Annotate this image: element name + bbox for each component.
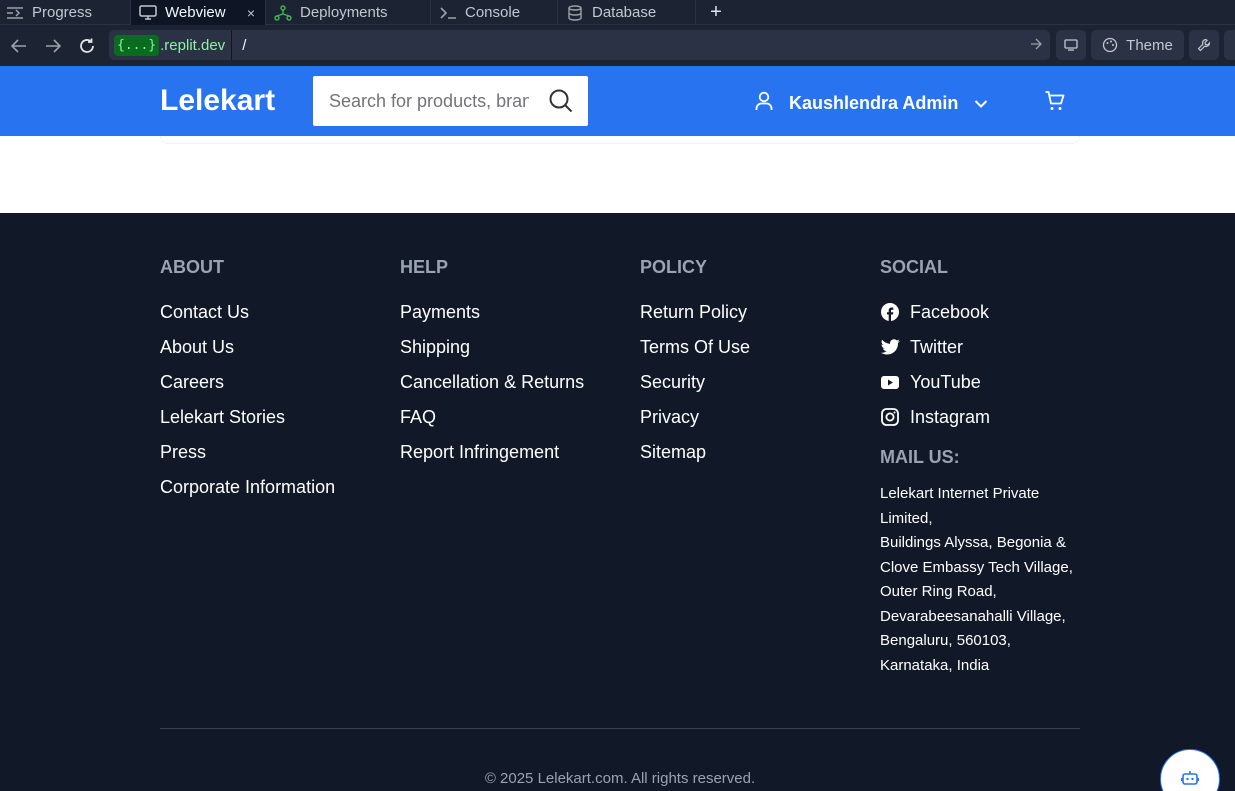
devices-button[interactable]	[1056, 30, 1086, 60]
more-button[interactable]	[1224, 30, 1235, 60]
devtools-button[interactable]	[1189, 30, 1219, 60]
content-card	[160, 136, 1080, 144]
wrench-icon	[1197, 38, 1211, 52]
footer-link-report-infringement[interactable]: Report Infringement	[400, 442, 630, 477]
ide-tab-bar: Progress Webview × Deployments Console D…	[0, 0, 1235, 25]
back-button[interactable]	[2, 31, 36, 61]
webview-address-bar: {...} .replit.dev / Theme	[0, 25, 1235, 66]
theme-button[interactable]: Theme	[1091, 30, 1184, 60]
tab-label: Progress	[32, 4, 93, 21]
screen-icon	[1064, 39, 1078, 51]
arrow-right-icon	[46, 38, 61, 53]
copyright-text: © 2025 Lelekart.com. All rights reserved…	[484, 770, 756, 787]
user-icon	[753, 90, 775, 117]
reload-icon	[80, 38, 94, 53]
main-content	[0, 136, 1235, 213]
tab-label: Database	[592, 4, 657, 21]
footer-heading: SOCIAL	[880, 257, 949, 277]
tab-webview[interactable]: Webview ×	[131, 0, 266, 25]
user-name: Kaushlendra Admin	[789, 93, 959, 113]
footer-link-shipping[interactable]: Shipping	[400, 337, 630, 372]
url-separator	[231, 30, 233, 60]
mail-address: Lelekart Internet Private Limited, Build…	[880, 482, 1080, 678]
site-footer: ABOUT Contact Us About Us Careers Leleka…	[0, 213, 1235, 791]
close-icon[interactable]: ×	[247, 5, 255, 21]
chevron-down-icon	[974, 93, 988, 114]
monitor-icon	[139, 5, 157, 21]
address-line: Karnataka, India	[880, 656, 990, 674]
footer-heading: POLICY	[640, 257, 708, 277]
footer-policy-column: POLICY Return Policy Terms Of Use Securi…	[640, 257, 870, 477]
footer-link-stories[interactable]: Lelekart Stories	[160, 407, 390, 442]
tab-label: Deployments	[300, 4, 388, 21]
site-logo[interactable]: Lelekart	[160, 84, 275, 118]
deployments-icon	[274, 4, 292, 21]
database-icon	[566, 4, 584, 21]
footer-link-terms-of-use[interactable]: Terms Of Use	[640, 337, 870, 372]
footer-link-careers[interactable]: Careers	[160, 372, 390, 407]
footer-divider	[160, 728, 1080, 729]
facebook-icon	[880, 302, 900, 322]
footer-link-faq[interactable]: FAQ	[400, 407, 630, 442]
search-icon[interactable]	[548, 88, 574, 119]
terminal-icon	[439, 5, 457, 21]
address-line: Bengaluru, 560103,	[880, 632, 1011, 649]
footer-heading: ABOUT	[160, 257, 224, 277]
footer-link-instagram[interactable]: Instagram	[880, 407, 1080, 442]
palette-icon	[1103, 37, 1118, 53]
tab-label: Console	[465, 4, 521, 21]
twitter-icon	[880, 337, 900, 357]
progress-icon	[6, 5, 24, 21]
go-arrow-icon[interactable]	[1030, 37, 1042, 53]
search-bar	[313, 76, 588, 126]
footer-link-about-us[interactable]: About Us	[160, 337, 390, 372]
account-menu[interactable]: Kaushlendra Admin	[753, 90, 988, 117]
arrow-left-icon	[11, 38, 26, 53]
site-header: Lelekart Kaushlendra Admin	[0, 66, 1235, 136]
theme-label: Theme	[1126, 36, 1173, 54]
footer-link-return-policy[interactable]: Return Policy	[640, 302, 870, 337]
forward-button[interactable]	[36, 31, 70, 61]
instagram-icon	[880, 407, 900, 427]
footer-link-press[interactable]: Press	[160, 442, 390, 477]
footer-link-sitemap[interactable]: Sitemap	[640, 442, 870, 477]
address-line: Buildings Alyssa, Begonia & Clove Embass…	[880, 534, 1073, 576]
footer-about-column: ABOUT Contact Us About Us Careers Leleka…	[160, 257, 390, 512]
youtube-icon	[880, 372, 900, 392]
footer-social-column: SOCIAL Facebook Twitter YouTube Instagra…	[880, 257, 1080, 678]
social-label: YouTube	[910, 372, 981, 392]
reload-button[interactable]	[70, 31, 104, 61]
search-input[interactable]	[329, 90, 529, 112]
social-label: Twitter	[910, 337, 964, 357]
footer-link-cancellation-returns[interactable]: Cancellation & Returns	[400, 372, 630, 407]
tab-database[interactable]: Database	[558, 0, 696, 25]
url-domain-badge: {...}	[114, 34, 160, 56]
footer-link-contact-us[interactable]: Contact Us	[160, 302, 390, 337]
url-path: /	[242, 36, 247, 54]
tab-label: Webview	[165, 4, 226, 21]
address-line: Lelekart Internet Private Limited,	[880, 485, 1040, 527]
footer-link-facebook[interactable]: Facebook	[880, 302, 1080, 337]
robot-icon	[1180, 770, 1200, 791]
footer-help-column: HELP Payments Shipping Cancellation & Re…	[400, 257, 630, 477]
tab-deployments[interactable]: Deployments	[266, 0, 431, 25]
footer-link-payments[interactable]: Payments	[400, 302, 630, 337]
tab-progress[interactable]: Progress	[0, 0, 131, 25]
cart-icon[interactable]	[1044, 90, 1066, 117]
footer-heading: HELP	[400, 257, 449, 277]
address-line: Outer Ring Road, Devarabeesanahalli Vill…	[880, 583, 1066, 625]
footer-link-youtube[interactable]: YouTube	[880, 372, 1080, 407]
url-field[interactable]: {...} .replit.dev /	[109, 30, 1050, 60]
social-label: Facebook	[910, 302, 990, 322]
footer-link-corporate-information[interactable]: Corporate Information	[160, 477, 390, 512]
mail-us-heading: MAIL US:	[880, 447, 960, 467]
social-label: Instagram	[910, 407, 991, 427]
footer-link-twitter[interactable]: Twitter	[880, 337, 1080, 372]
footer-link-privacy[interactable]: Privacy	[640, 407, 870, 442]
new-tab-button[interactable]: +	[696, 0, 736, 25]
url-domain: .replit.dev	[160, 36, 226, 54]
footer-link-security[interactable]: Security	[640, 372, 870, 407]
tab-console[interactable]: Console	[431, 0, 558, 25]
